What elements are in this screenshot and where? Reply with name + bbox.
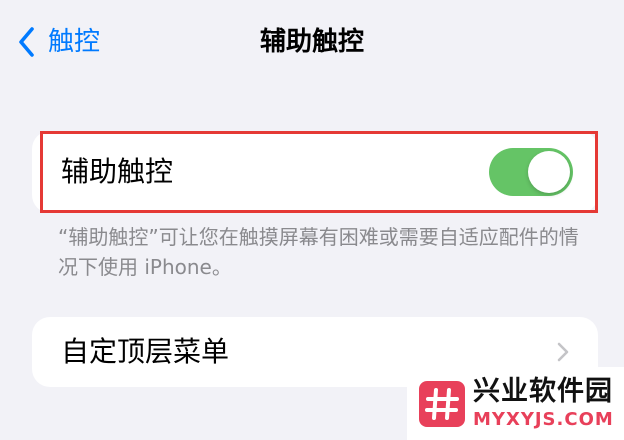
assistive-touch-label: 辅助触控 (61, 155, 174, 188)
toggle-knob (528, 151, 570, 193)
navigation-bar: 触控 辅助触控 (0, 0, 624, 84)
customize-top-menu-label: 自定顶层菜单 (61, 335, 230, 368)
watermark: 兴业软件园 MYXYJS.COM (407, 367, 624, 440)
watermark-name-cn: 兴业软件园 (473, 376, 613, 407)
assistive-touch-group: 辅助触控 (32, 131, 598, 213)
page-title: 辅助触控 (259, 27, 364, 57)
assistive-touch-toggle[interactable] (489, 148, 573, 196)
assistive-touch-footer: “辅助触控”可让您在触摸屏幕有困难或需要自适应配件的情况下使用 iPhone。 (58, 225, 579, 279)
watermark-name-en: MYXYJS.COM (473, 409, 614, 430)
hash-logo-icon (419, 381, 465, 427)
chevron-right-icon (556, 341, 570, 367)
